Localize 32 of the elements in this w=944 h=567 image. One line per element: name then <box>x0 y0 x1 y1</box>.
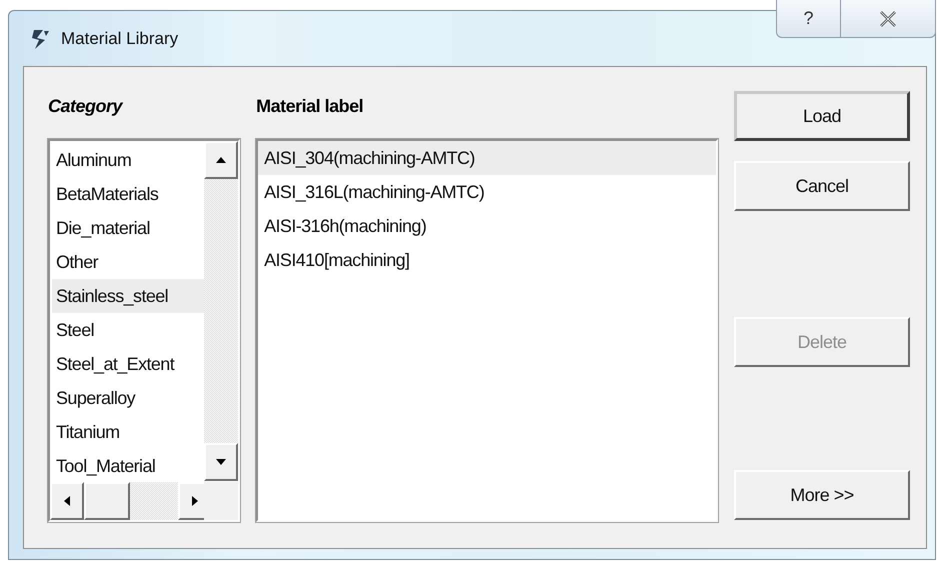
category-item[interactable]: Superalloy <box>52 381 204 415</box>
material-heading: Material label <box>256 94 364 118</box>
close-icon <box>879 10 897 26</box>
category-item[interactable]: Aluminum <box>52 143 204 177</box>
dialog-button[interactable]: Cancel <box>734 161 910 211</box>
material-item[interactable]: AISI410[machining] <box>258 243 716 277</box>
material-item[interactable]: AISI-316h(machining) <box>258 209 716 243</box>
arrow-down-icon <box>216 457 226 467</box>
dialog-button[interactable]: Load <box>734 91 910 141</box>
scrollbar-corner <box>204 482 238 520</box>
category-item[interactable]: Stainless_steel <box>52 279 204 313</box>
category-item[interactable]: Die_material <box>52 211 204 245</box>
window-title: Material Library <box>61 28 178 48</box>
arrow-up-icon <box>216 155 226 165</box>
material-item[interactable]: AISI_304(machining-AMTC) <box>258 141 716 175</box>
category-item[interactable]: Tool_Material <box>52 449 204 483</box>
category-item[interactable]: Titanium <box>52 415 204 449</box>
material-list[interactable]: AISI_304(machining-AMTC) AISI_316L(machining-AMTC) AISI-316h(machining) AISI410[machining] <box>256 139 718 522</box>
app-logo-icon <box>31 28 51 50</box>
arrow-left-icon <box>62 496 72 506</box>
category-item[interactable]: Other <box>52 245 204 279</box>
category-heading: Category <box>48 94 124 118</box>
category-item[interactable]: Steel <box>52 313 204 347</box>
category-list[interactable]: Aluminum BetaMaterials Die_material Other Stainless_steel Steel Steel_at_Extent Superalloy Titanium Tool_Material <box>48 139 240 522</box>
vertical-scrollbar[interactable] <box>204 141 238 481</box>
material-item[interactable]: AISI_316L(machining-AMTC) <box>258 175 716 209</box>
help-button[interactable]: ? <box>776 0 841 38</box>
close-button[interactable] <box>841 0 936 38</box>
dialog-button[interactable]: More >> <box>734 470 910 520</box>
category-item[interactable]: Steel_at_Extent <box>52 347 204 381</box>
category-item[interactable]: BetaMaterials <box>52 177 204 211</box>
arrow-right-icon <box>190 496 200 506</box>
